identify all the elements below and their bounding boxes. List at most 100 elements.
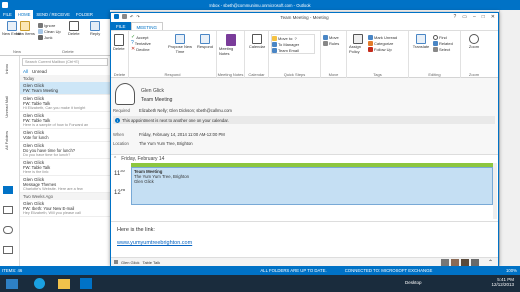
list-item[interactable]: Glen Glick Do you have time for lunch? Do … xyxy=(20,142,110,159)
assign-policy-button[interactable]: Assign Policy xyxy=(349,34,367,54)
group-editing: Translate Find Related Select Editing xyxy=(409,31,461,78)
follow-up-button[interactable]: Follow Up xyxy=(368,46,397,52)
appointment-organizer: Glen Glick xyxy=(134,179,154,184)
translate-icon xyxy=(416,34,426,44)
info-icon: i xyxy=(115,117,120,123)
rules-button[interactable]: Rules xyxy=(323,40,339,46)
restore-ribbon-icon[interactable]: ▭ xyxy=(462,14,467,20)
hour-11: 11AM xyxy=(114,169,125,177)
calendar-preview: ⌃ Friday, February 14 11AM 12PM Team Mee… xyxy=(111,155,498,221)
start-icon[interactable] xyxy=(6,279,18,289)
decline-button[interactable]: ✕ Decline xyxy=(131,46,151,52)
new-items-button[interactable]: New Items xyxy=(16,21,35,36)
list-item[interactable]: Glen Glick FW: Team Meeting xyxy=(20,82,110,95)
ie-icon[interactable] xyxy=(34,278,45,289)
sender-name[interactable]: Glen Glick xyxy=(141,88,164,94)
appointment-block[interactable]: Team Meeting The Yum Yum Tree, Brighton … xyxy=(131,167,493,205)
person-icon xyxy=(114,260,118,264)
move-button[interactable]: Move xyxy=(323,34,339,40)
reply-button[interactable]: Reply xyxy=(90,21,100,36)
junk-icon xyxy=(38,34,43,40)
info-text: This appointment is next to another one … xyxy=(122,117,229,123)
tab-home[interactable]: HOME xyxy=(14,10,34,19)
clock[interactable]: 5:41 PM 12/12/2013 xyxy=(491,277,514,287)
categorize-button[interactable]: Categorize xyxy=(368,40,397,46)
rules-icon xyxy=(323,40,328,46)
list-item[interactable]: Glen Glick FW: Ibeth: Your New E-mail Hey … xyxy=(20,200,110,217)
calendar-button[interactable]: Calendar xyxy=(247,34,267,49)
save-icon[interactable] xyxy=(122,14,127,19)
calendar-date: Friday, February 14 xyxy=(121,156,165,162)
search-input[interactable]: Search Current Mailbox (Ctrl+E) xyxy=(22,58,108,66)
tab-file[interactable]: FILE xyxy=(0,10,15,19)
respond-button[interactable]: Respond xyxy=(195,34,215,49)
onenote-icon xyxy=(226,34,236,46)
explorer-icon[interactable] xyxy=(58,279,70,289)
list-item[interactable]: Glen Glick FW: Table Talk Hi Elizabeth, Ca… xyxy=(20,95,110,112)
list-item[interactable]: Glen Glick Message Themes Charlotte's Webs… xyxy=(20,176,110,193)
group-header-today[interactable]: Today xyxy=(20,75,110,82)
group-delete: Delete Delete xyxy=(111,31,129,78)
maximize-icon[interactable]: □ xyxy=(482,14,485,20)
tab-file-meeting[interactable]: FILE xyxy=(111,22,131,30)
translate-button[interactable]: Translate xyxy=(411,34,431,49)
calendar-nav-icon[interactable] xyxy=(3,206,13,214)
undo-icon[interactable]: ↶ xyxy=(130,14,133,19)
people-name[interactable]: Glen Glick xyxy=(121,260,139,265)
location-label: Location xyxy=(113,141,129,146)
filter-all[interactable]: All xyxy=(23,69,28,74)
delete-button[interactable]: Delete xyxy=(113,34,125,51)
delete-icon xyxy=(113,34,124,46)
clean-up-button[interactable]: Clean Up xyxy=(38,28,61,34)
quick-step-team-email[interactable]: Team Email xyxy=(272,47,314,53)
tasks-nav-icon[interactable] xyxy=(3,246,13,254)
list-item[interactable]: Glen Glick Vote for lunch xyxy=(20,129,110,142)
zoom-button[interactable]: Zoom xyxy=(465,34,483,49)
folder-all[interactable]: All Folders xyxy=(4,131,9,150)
people-nav-icon[interactable] xyxy=(3,226,13,234)
required-attendees[interactable]: Elizabeth Nelly; Glen Dickson; sbeth@cal… xyxy=(139,108,232,113)
outlook-taskbar-icon[interactable] xyxy=(80,278,92,289)
list-item[interactable]: Glen Glick FW: Table Talk Here is the link… xyxy=(20,159,110,176)
related-button[interactable]: Related xyxy=(433,40,453,46)
filter-unread[interactable]: Unread xyxy=(32,69,47,74)
body-link[interactable]: www.yumyumtreebrighton.com xyxy=(117,240,192,246)
select-button[interactable]: Select xyxy=(433,46,453,52)
list-item[interactable]: Glen Glick FW: Table Talk Here is a sample… xyxy=(20,112,110,129)
status-items: ITEMS: 46 xyxy=(2,268,23,273)
redo-icon[interactable]: ↷ xyxy=(136,14,139,19)
tab-meeting[interactable]: MEETING xyxy=(130,22,164,30)
group-delete-label: Delete xyxy=(62,49,74,54)
move-icon xyxy=(323,34,328,40)
team-email-icon xyxy=(272,47,277,53)
close-icon[interactable]: ✕ xyxy=(491,14,495,20)
calendar-scrollbar[interactable] xyxy=(493,163,497,219)
propose-new-time-button[interactable]: Propose New Time xyxy=(167,34,193,54)
people-extra: Table Talk xyxy=(142,260,161,265)
mark-unread-button[interactable]: Mark Unread xyxy=(368,34,397,40)
policy-icon xyxy=(353,34,363,44)
delete-button-back[interactable]: Delete xyxy=(68,21,80,36)
category-icon xyxy=(368,40,373,46)
group-move: Move Rules Move xyxy=(321,31,347,78)
related-icon xyxy=(433,40,438,46)
meeting-title-bar: Team Meeting - Meeting ? ▭ – □ ✕ ↶ ↷ xyxy=(111,13,498,22)
status-folders: ALL FOLDERS ARE UP TO DATE. xyxy=(260,268,327,273)
folder-inbox[interactable]: Inbox xyxy=(4,64,9,74)
folder-unread[interactable]: Unread Mail xyxy=(4,96,9,118)
tab-folder[interactable]: FOLDER xyxy=(73,10,96,19)
status-bar: ITEMS: 46 ALL FOLDERS ARE UP TO DATE. CO… xyxy=(0,266,520,275)
help-icon[interactable]: ? xyxy=(453,14,456,20)
tab-send-receive[interactable]: SEND / RECEIVE xyxy=(33,10,73,19)
desktop-label[interactable]: Desktop xyxy=(405,280,422,285)
junk-button[interactable]: Junk xyxy=(38,34,61,40)
magnifier-icon xyxy=(469,34,479,44)
people-pane-toggle-icon[interactable]: ⌃ xyxy=(488,259,493,266)
calendar-prev-arrow[interactable]: ⌃ xyxy=(113,156,117,162)
mail-nav-icon[interactable] xyxy=(3,186,13,194)
meeting-notes-button[interactable]: Meeting Notes xyxy=(219,34,243,56)
group-header-two-weeks[interactable]: Two Weeks Ago xyxy=(20,193,110,200)
outlook-app-icon xyxy=(114,14,119,19)
minimize-icon[interactable]: – xyxy=(473,14,476,20)
group-quick-steps: Move to: ? To Manager Team Email Quick S… xyxy=(269,31,321,78)
